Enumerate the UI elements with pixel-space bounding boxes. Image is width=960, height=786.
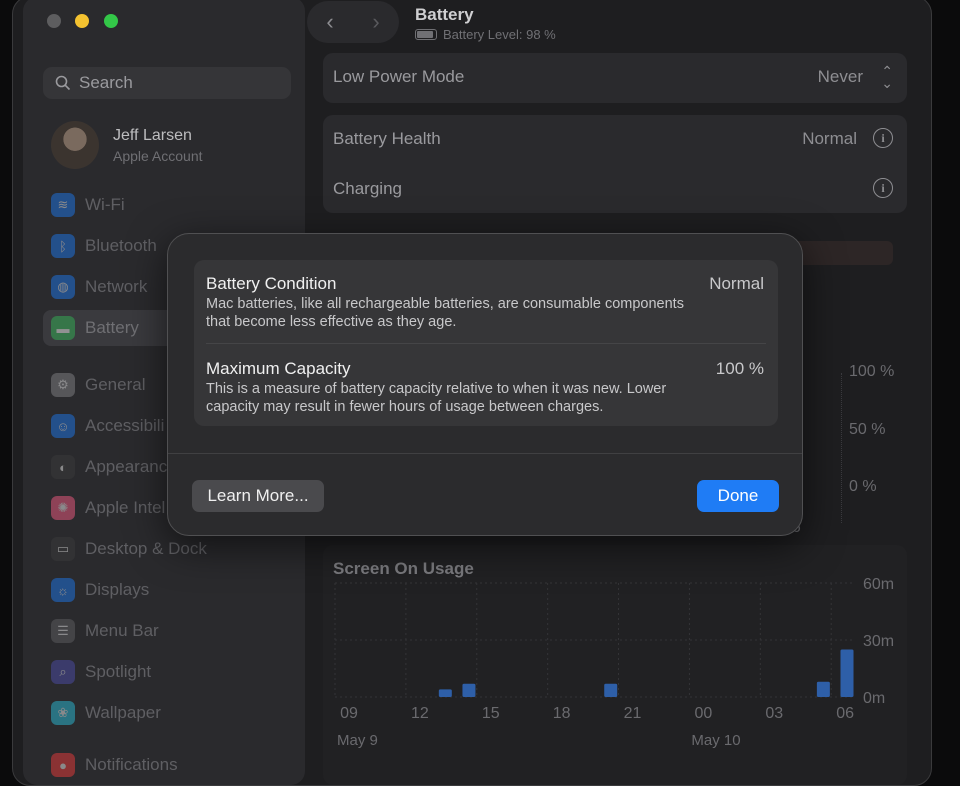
battery-condition-title: Battery Condition	[206, 274, 337, 293]
gear-icon: ⚙	[51, 373, 75, 397]
page-title: Battery	[415, 5, 474, 24]
maximum-capacity-title: Maximum Capacity	[206, 359, 351, 378]
usage-chart: 60m 30m 0m 09 12 15 18 21 00 03 06 May 9 May 10	[334, 576, 894, 749]
minimize-window-button[interactable]	[75, 14, 89, 28]
sidebar-item-label: Accessibili	[85, 416, 165, 435]
usage-y-tick: 0m	[863, 690, 885, 707]
account-name: Jeff Larsen	[113, 126, 192, 144]
learn-more-button[interactable]: Learn More...	[192, 480, 324, 512]
battery-level-text: Battery Level: 98 %	[443, 27, 556, 42]
sidebar-item-menu-bar[interactable]: ☰ Menu Bar	[43, 613, 295, 649]
sidebar-item-label: Bluetooth	[85, 236, 157, 255]
sidebar-item-spotlight[interactable]: ⌕ Spotlight	[43, 654, 295, 690]
search-field[interactable]: Search	[43, 67, 291, 99]
level-y-tick: 0 %	[849, 478, 877, 495]
sidebar-item-label: Apple Intel	[85, 498, 166, 517]
close-window-button[interactable]	[47, 14, 61, 28]
menubar-icon: ☰	[51, 619, 75, 643]
sidebar-item-label: Battery	[85, 318, 139, 337]
usage-x-tick: 06	[836, 705, 854, 722]
apple-account[interactable]: Jeff Larsen Apple Account	[51, 121, 203, 169]
level-y-tick: 50 %	[849, 421, 886, 438]
sidebar-item-wi-fi[interactable]: ≋ Wi-Fi	[43, 187, 295, 223]
dock-icon: ▭	[51, 537, 75, 561]
account-subtitle: Apple Account	[113, 147, 203, 164]
wallpaper-icon: ❀	[51, 701, 75, 725]
avatar	[51, 121, 99, 169]
sidebar-item-label: Menu Bar	[85, 621, 159, 640]
sidebar-item-label: Desktop & Dock	[85, 539, 207, 558]
settings-window: Search Jeff Larsen Apple Account ≋ Wi-Fi ᛒ…	[12, 0, 932, 786]
spotlight-icon: ⌕	[51, 660, 75, 684]
battery-details-card: Battery Condition Normal Mac batteries, …	[194, 260, 778, 426]
usage-x-tick: 03	[765, 705, 783, 722]
usage-x-tick: 15	[482, 705, 500, 722]
usage-x-tick: 18	[553, 705, 571, 722]
battery-health-value: Normal	[802, 129, 857, 148]
usage-x-tick: 00	[695, 705, 713, 722]
back-button[interactable]: ‹	[326, 9, 333, 35]
usage-y-tick: 60m	[863, 576, 894, 593]
sidebar-item-label: Wallpaper	[85, 703, 161, 722]
globe-icon: ◍	[51, 275, 75, 299]
accessibility-icon: ☺	[51, 414, 75, 438]
level-grid-line	[841, 373, 843, 523]
chevron-updown-icon[interactable]: ⌃ ⌄	[881, 64, 893, 90]
sidebar-item-label: Network	[85, 277, 148, 296]
displays-icon: ☼	[51, 578, 75, 602]
bluetooth-icon: ᛒ	[51, 234, 75, 258]
dialog-separator	[168, 453, 802, 454]
level-y-tick: 100 %	[849, 363, 895, 380]
divider	[206, 343, 766, 344]
sidebar-item-label: Notifications	[85, 755, 178, 774]
usage-bar[interactable]	[840, 649, 854, 698]
battery-health-dialog: Battery Condition Normal Mac batteries, …	[167, 233, 803, 536]
wifi-icon: ≋	[51, 193, 75, 217]
search-placeholder: Search	[79, 73, 133, 92]
maximum-capacity-description: This is a measure of battery capacity re…	[206, 381, 667, 415]
usage-date-label: May 10	[691, 732, 740, 749]
sidebar-item-wallpaper[interactable]: ❀ Wallpaper	[43, 695, 295, 731]
sidebar-item-notifications[interactable]: ● Notifications	[43, 747, 295, 783]
charging-label: Charging	[333, 179, 402, 198]
low-power-label: Low Power Mode	[333, 67, 465, 86]
sidebar-item-label: Displays	[85, 580, 150, 599]
sidebar-item-label: Appearanc	[85, 457, 168, 476]
usage-bar[interactable]	[438, 689, 452, 697]
low-power-select[interactable]: Never	[818, 67, 863, 87]
usage-x-tick: 21	[624, 705, 642, 722]
usage-bar[interactable]	[462, 683, 476, 697]
health-info-icon[interactable]: i	[873, 128, 893, 148]
maximum-capacity-value: 100 %	[715, 359, 764, 378]
usage-y-tick: 30m	[863, 633, 894, 650]
appearance-icon: ◐	[51, 455, 75, 479]
battery-icon	[415, 29, 437, 40]
battery-condition-value: Normal	[709, 274, 764, 293]
sidebar-item-label: General	[85, 375, 146, 394]
usage-x-tick: 09	[340, 705, 358, 722]
battery-health-label: Battery Health	[333, 129, 441, 148]
forward-button[interactable]: ›	[372, 9, 379, 35]
usage-x-tick: 12	[411, 705, 429, 722]
usage-bar[interactable]	[816, 681, 830, 697]
usage-bar[interactable]	[604, 683, 618, 697]
battery-icon: ▬	[51, 316, 75, 340]
low-power-panel: Low Power Mode Never ⌃ ⌄	[323, 53, 907, 103]
search-icon	[55, 75, 71, 91]
sidebar-item-displays[interactable]: ☼ Displays	[43, 572, 295, 608]
battery-condition-description: Mac batteries, like all rechargeable bat…	[206, 296, 684, 330]
sidebar-item-desktop-dock[interactable]: ▭ Desktop & Dock	[43, 531, 295, 567]
apple-intelligence-icon: ✺	[51, 496, 75, 520]
sidebar-item-label: Wi-Fi	[85, 195, 125, 214]
maximize-window-button[interactable]	[104, 14, 118, 28]
charging-info-icon[interactable]: i	[873, 178, 893, 198]
navigation-buttons: ‹ ›	[307, 1, 399, 43]
page-subtitle: Battery Level: 98 %	[415, 27, 556, 42]
health-panel: Battery Health Normal i Charging i	[323, 115, 907, 213]
usage-chart-panel: Screen On Usage 60m 30m 0m 09 12 15 18 21 00 03 06…	[323, 545, 907, 785]
notifications-icon: ●	[51, 753, 75, 777]
sidebar-item-label: Spotlight	[85, 662, 152, 681]
usage-date-label: May 9	[337, 732, 378, 749]
done-button[interactable]: Done	[697, 480, 779, 512]
